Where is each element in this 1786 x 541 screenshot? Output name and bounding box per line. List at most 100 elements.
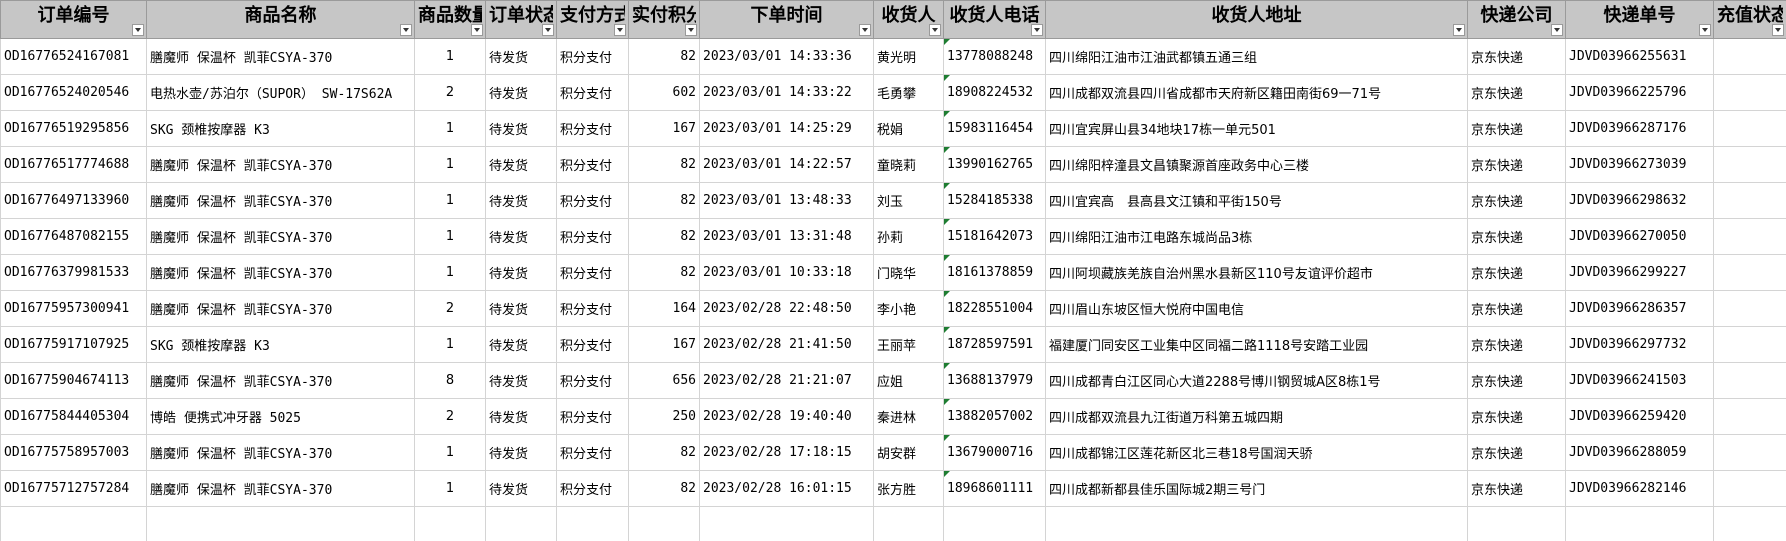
table-cell[interactable]: 82	[628, 434, 700, 471]
table-cell[interactable]: 秦进林	[873, 398, 944, 435]
table-cell[interactable]: OD16775917107925	[0, 326, 147, 363]
filter-dropdown-icon[interactable]	[929, 24, 941, 36]
empty-cell[interactable]	[628, 506, 700, 541]
table-cell[interactable]: 京东快递	[1467, 74, 1566, 111]
table-cell[interactable]: JDVD03966297732	[1565, 326, 1714, 363]
filter-dropdown-icon[interactable]	[685, 24, 697, 36]
empty-cell[interactable]	[556, 506, 629, 541]
column-header[interactable]: 快递单号	[1565, 0, 1714, 39]
table-cell[interactable]: 待发货	[485, 470, 557, 507]
table-cell[interactable]: 四川成都双流县九江街道万科第五城四期	[1045, 398, 1468, 435]
table-cell[interactable]: 京东快递	[1467, 290, 1566, 327]
filter-dropdown-icon[interactable]	[1453, 24, 1465, 36]
table-cell[interactable]: 18728597591	[943, 326, 1046, 363]
table-cell[interactable]: 2	[414, 74, 486, 111]
table-cell[interactable]: 待发货	[485, 290, 557, 327]
table-cell[interactable]: 四川成都青白江区同心大道2288号博川钢贸城A区8栋1号	[1045, 362, 1468, 399]
table-cell[interactable]: 门晓华	[873, 254, 944, 291]
table-cell[interactable]: 待发货	[485, 74, 557, 111]
table-cell[interactable]: 积分支付	[556, 254, 629, 291]
table-cell[interactable]: 博皓 便携式冲牙器 5025	[146, 398, 415, 435]
table-cell[interactable]: JDVD03966225796	[1565, 74, 1714, 111]
table-cell[interactable]: 四川绵阳江油市江油武都镇五通三组	[1045, 38, 1468, 75]
table-cell[interactable]: 2023/03/01 13:48:33	[699, 182, 874, 219]
column-header[interactable]: 充值状态	[1713, 0, 1786, 39]
table-cell[interactable]: 待发货	[485, 146, 557, 183]
table-cell[interactable]: 积分支付	[556, 182, 629, 219]
table-cell[interactable]: 王丽苹	[873, 326, 944, 363]
column-header[interactable]: 订单状态	[485, 0, 557, 39]
table-cell[interactable]: 2023/02/28 19:40:40	[699, 398, 874, 435]
table-cell[interactable]: JDVD03966298632	[1565, 182, 1714, 219]
empty-cell[interactable]	[1565, 506, 1714, 541]
filter-dropdown-icon[interactable]	[614, 24, 626, 36]
table-cell[interactable]: JDVD03966270050	[1565, 218, 1714, 255]
table-cell[interactable]: 京东快递	[1467, 470, 1566, 507]
table-cell[interactable]: OD16776519295856	[0, 110, 147, 147]
table-cell[interactable]: 四川宜宾高 县高县文江镇和平街150号	[1045, 182, 1468, 219]
table-cell[interactable]: 京东快递	[1467, 398, 1566, 435]
table-cell[interactable]: 250	[628, 398, 700, 435]
filter-dropdown-icon[interactable]	[1699, 24, 1711, 36]
empty-cell[interactable]	[1045, 506, 1468, 541]
table-cell[interactable]: 2023/02/28 22:48:50	[699, 290, 874, 327]
table-cell[interactable]: 四川绵阳梓潼县文昌镇聚源首座政务中心三楼	[1045, 146, 1468, 183]
empty-cell[interactable]	[146, 506, 415, 541]
table-cell[interactable]: 1	[414, 326, 486, 363]
table-cell[interactable]: 四川绵阳江油市江电路东城尚品3栋	[1045, 218, 1468, 255]
table-cell[interactable]: 京东快递	[1467, 254, 1566, 291]
table-cell[interactable]: 毛勇攀	[873, 74, 944, 111]
table-cell[interactable]: 积分支付	[556, 362, 629, 399]
table-cell[interactable]	[1713, 470, 1786, 507]
table-cell[interactable]: SKG 颈椎按摩器 K3	[146, 110, 415, 147]
table-cell[interactable]: OD16776517774688	[0, 146, 147, 183]
column-header[interactable]: 订单编号	[0, 0, 147, 39]
table-cell[interactable]: 膳魔师 保温杯 凯菲CSYA-370	[146, 254, 415, 291]
table-cell[interactable]: JDVD03966241503	[1565, 362, 1714, 399]
table-cell[interactable]: JDVD03966288059	[1565, 434, 1714, 471]
table-cell[interactable]: 2023/03/01 13:31:48	[699, 218, 874, 255]
table-cell[interactable]: 待发货	[485, 110, 557, 147]
table-cell[interactable]: 82	[628, 218, 700, 255]
table-cell[interactable]: 15983116454	[943, 110, 1046, 147]
column-header[interactable]: 支付方式	[556, 0, 629, 39]
table-cell[interactable]	[1713, 326, 1786, 363]
table-cell[interactable]: 京东快递	[1467, 326, 1566, 363]
table-cell[interactable]: 8	[414, 362, 486, 399]
table-cell[interactable]: 京东快递	[1467, 218, 1566, 255]
table-cell[interactable]	[1713, 182, 1786, 219]
filter-dropdown-icon[interactable]	[400, 24, 412, 36]
table-cell[interactable]: OD16776379981533	[0, 254, 147, 291]
table-cell[interactable]: 1	[414, 182, 486, 219]
table-cell[interactable]: 待发货	[485, 398, 557, 435]
table-cell[interactable]	[1713, 362, 1786, 399]
column-header[interactable]: 下单时间	[699, 0, 874, 39]
table-cell[interactable]: 积分支付	[556, 290, 629, 327]
column-header[interactable]: 实付积分	[628, 0, 700, 39]
table-cell[interactable]: 膳魔师 保温杯 凯菲CSYA-370	[146, 38, 415, 75]
table-cell[interactable]	[1713, 434, 1786, 471]
table-cell[interactable]	[1713, 38, 1786, 75]
filter-dropdown-icon[interactable]	[1031, 24, 1043, 36]
table-cell[interactable]: 2023/03/01 14:25:29	[699, 110, 874, 147]
empty-cell[interactable]	[414, 506, 486, 541]
empty-cell[interactable]	[943, 506, 1046, 541]
column-header[interactable]: 快递公司	[1467, 0, 1566, 39]
table-cell[interactable]: 胡安群	[873, 434, 944, 471]
table-cell[interactable]: 待发货	[485, 218, 557, 255]
filter-dropdown-icon[interactable]	[132, 24, 144, 36]
table-cell[interactable]: 164	[628, 290, 700, 327]
table-cell[interactable]	[1713, 110, 1786, 147]
table-cell[interactable]: 1	[414, 434, 486, 471]
table-cell[interactable]: 积分支付	[556, 146, 629, 183]
column-header[interactable]: 收货人电话	[943, 0, 1046, 39]
table-cell[interactable]: 四川阿坝藏族羌族自治州黑水县新区110号友谊评价超市	[1045, 254, 1468, 291]
table-cell[interactable]: 膳魔师 保温杯 凯菲CSYA-370	[146, 434, 415, 471]
table-cell[interactable]: 18908224532	[943, 74, 1046, 111]
table-cell[interactable]: 积分支付	[556, 326, 629, 363]
filter-dropdown-icon[interactable]	[471, 24, 483, 36]
empty-cell[interactable]	[1467, 506, 1566, 541]
filter-dropdown-icon[interactable]	[1551, 24, 1563, 36]
table-cell[interactable]: 15284185338	[943, 182, 1046, 219]
table-cell[interactable]: 13990162765	[943, 146, 1046, 183]
